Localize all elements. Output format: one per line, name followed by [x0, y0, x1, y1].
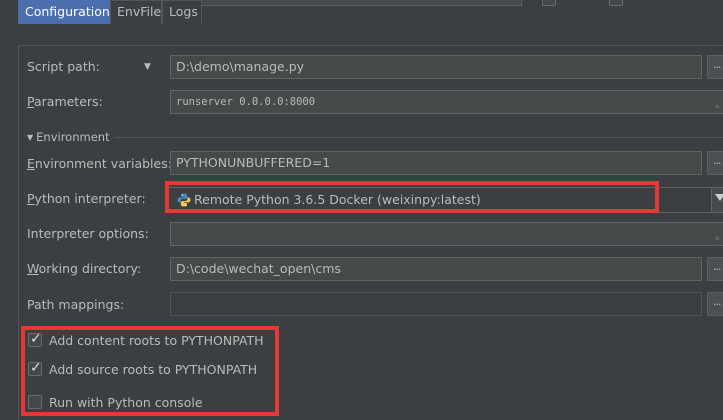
browse-working-directory-button[interactable]: ... — [707, 257, 723, 281]
working-directory-mnemonic: W — [27, 261, 39, 276]
parameters-input[interactable]: runserver 0.0.0.0:8000 « — [170, 90, 723, 114]
parameters-label: Parameters: — [27, 94, 103, 109]
expand-icon[interactable]: « — [715, 103, 720, 112]
parameters-label-rest: arameters: — [33, 94, 103, 109]
env-vars-label: Environment variables: — [27, 156, 172, 171]
checkbox-label: Add content roots to PYTHONPATH — [49, 333, 264, 348]
python-interpreter-value: Remote Python 3.6.5 Docker (weixinpy:lat… — [194, 192, 481, 207]
script-path-label: Script path: — [27, 59, 100, 74]
path-mappings-input[interactable] — [170, 292, 702, 316]
python-interpreter-label: Python interpreter: — [27, 191, 146, 206]
checkbox-box[interactable]: ✓ — [28, 331, 42, 347]
working-directory-label-rest: orking directory: — [38, 261, 142, 276]
checkmark-icon: ✓ — [30, 360, 42, 376]
checkmark-icon: ✓ — [30, 331, 42, 347]
checkbox-box[interactable]: ✓ — [28, 360, 42, 376]
env-vars-label-rest: nvironment variables: — [34, 156, 172, 171]
top-checkbox-2[interactable] — [609, 0, 623, 6]
tab-logs[interactable]: Logs — [162, 0, 202, 24]
parameters-mnemonic: P — [27, 94, 34, 109]
working-directory-input[interactable]: D:\code\wechat_open\cms — [170, 257, 702, 281]
environment-group-label: Environment — [36, 130, 110, 144]
python-interpreter-mnemonic: P — [27, 191, 35, 206]
working-directory-label: Working directory: — [27, 261, 141, 276]
expand-icon[interactable]: « — [714, 235, 720, 244]
panel-border — [18, 46, 19, 420]
edit-path-mappings-button[interactable]: ... — [707, 292, 723, 316]
script-type-dropdown-icon[interactable]: ▼ — [144, 62, 151, 72]
python-icon — [177, 193, 191, 207]
python-interpreter-label-rest: ython interpreter: — [34, 191, 146, 206]
script-path-input[interactable]: D:\demo\manage.py — [170, 55, 702, 79]
checkbox-box[interactable] — [28, 395, 42, 409]
chevron-down-icon — [715, 194, 723, 201]
tab-divider — [18, 45, 723, 46]
env-vars-mnemonic: E — [27, 156, 35, 171]
path-mappings-label: Path mappings: — [27, 297, 125, 312]
python-interpreter-select[interactable]: Remote Python 3.6.5 Docker (weixinpy:lat… — [168, 187, 723, 213]
interpreter-options-input[interactable]: « — [170, 222, 723, 246]
browse-script-button[interactable]: ... — [707, 55, 723, 79]
tab-envfile[interactable]: EnvFile — [110, 0, 162, 24]
run-configuration-dialog: g Configuration EnvFile Logs Script path… — [0, 0, 723, 420]
interpreter-options-label: Interpreter options: — [27, 226, 149, 241]
top-checkbox-1[interactable] — [542, 0, 556, 6]
environment-group-header[interactable]: ▼ Environment — [27, 130, 110, 144]
group-separator — [114, 137, 723, 138]
tab-configuration[interactable]: Configuration — [18, 0, 110, 24]
collapse-triangle-icon: ▼ — [27, 133, 34, 142]
parameters-value: runserver 0.0.0.0:8000 — [176, 96, 316, 108]
env-vars-input[interactable]: PYTHONUNBUFFERED=1 — [170, 151, 702, 175]
edit-env-vars-button[interactable]: ... — [707, 151, 723, 175]
checkbox-label: Add source roots to PYTHONPATH — [49, 362, 258, 377]
checkbox-label: Run with Python console — [49, 395, 203, 410]
